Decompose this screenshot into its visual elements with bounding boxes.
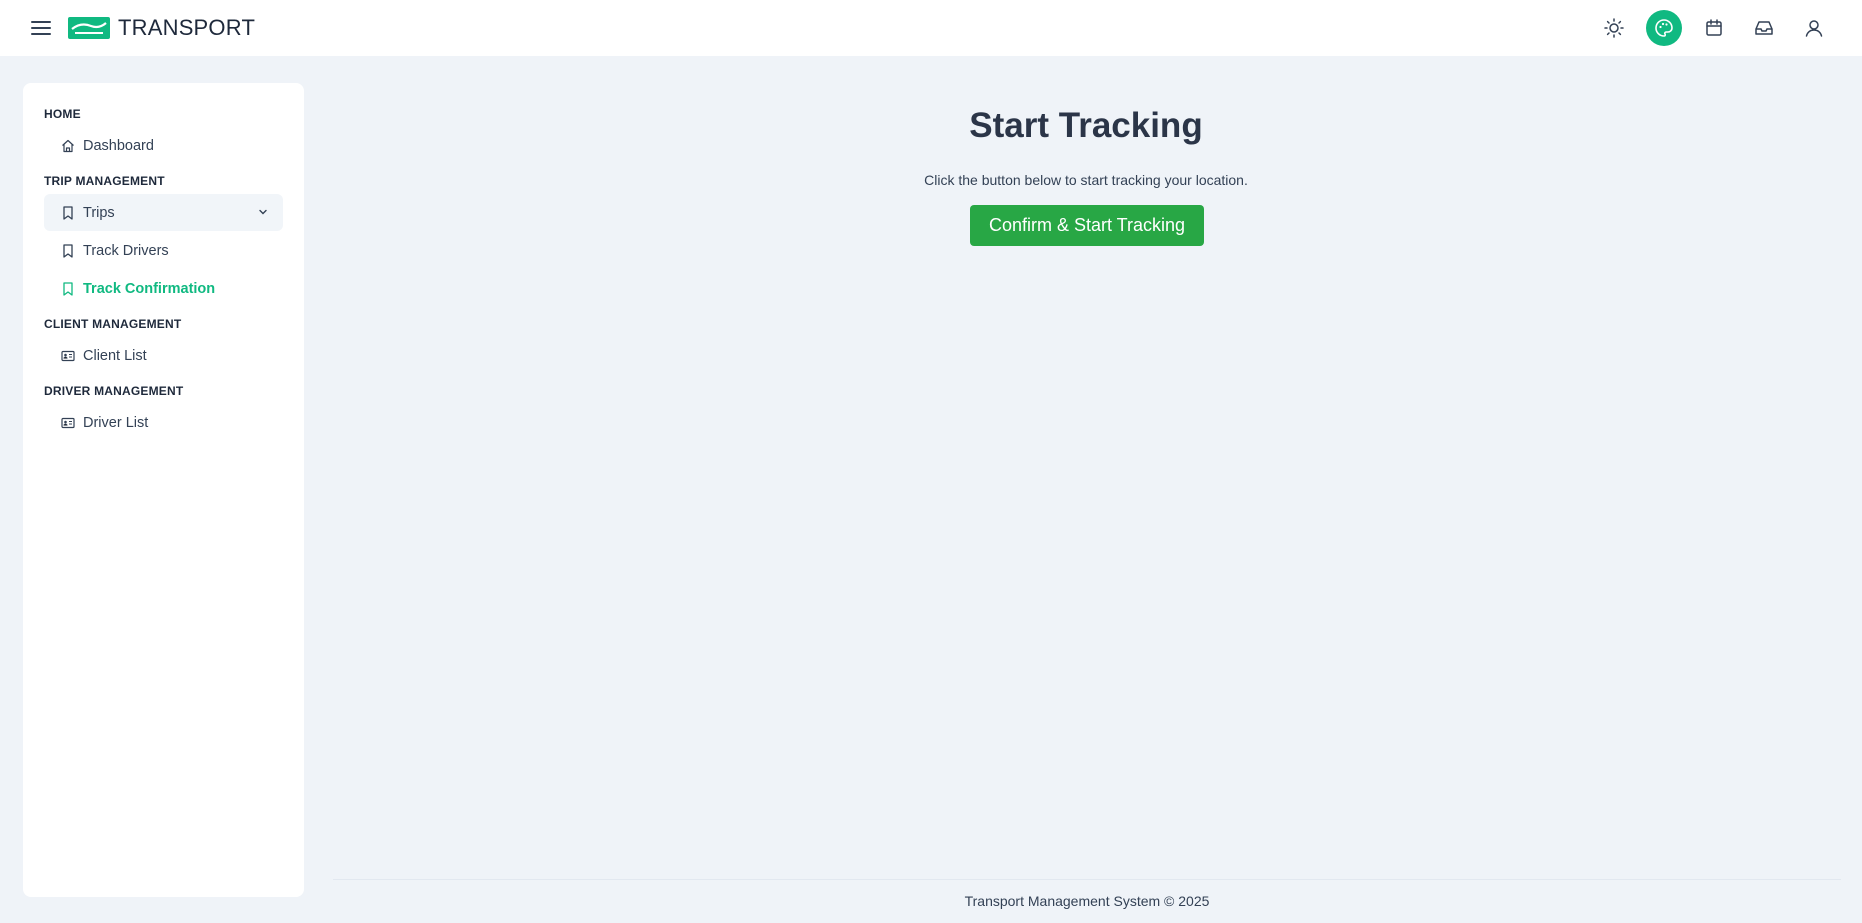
id-card-icon xyxy=(60,415,76,431)
sidebar-item-driver-list[interactable]: Driver List xyxy=(44,404,283,441)
footer-divider xyxy=(333,879,1841,880)
top-actions xyxy=(1596,10,1832,46)
sidebar-section-client-management: CLIENT MANAGEMENT xyxy=(44,317,182,331)
sidebar-item-track-drivers[interactable]: Track Drivers xyxy=(44,232,283,269)
page-description: Click the button below to start tracking… xyxy=(924,172,1248,188)
sidebar: HOME Dashboard TRIP MANAGEMENT Trips Tra… xyxy=(23,83,304,897)
bookmark-icon xyxy=(60,243,76,259)
sidebar-item-label: Track Confirmation xyxy=(83,280,216,297)
bookmark-icon xyxy=(60,205,76,221)
profile-button[interactable] xyxy=(1796,10,1832,46)
sidebar-section-trip-management: TRIP MANAGEMENT xyxy=(44,174,165,188)
logo-mark-icon xyxy=(68,17,110,39)
sidebar-item-label: Dashboard xyxy=(83,137,154,154)
bookmark-icon xyxy=(60,281,76,297)
home-icon xyxy=(60,138,76,154)
calendar-button[interactable] xyxy=(1696,10,1732,46)
palette-button[interactable] xyxy=(1646,10,1682,46)
sidebar-item-label: Trips xyxy=(83,204,115,221)
page-title: Start Tracking xyxy=(969,106,1203,145)
sidebar-item-label: Driver List xyxy=(83,414,149,431)
sidebar-item-client-list[interactable]: Client List xyxy=(44,337,283,374)
hamburger-icon xyxy=(31,21,51,35)
chevron-down-icon xyxy=(259,209,267,215)
inbox-button[interactable] xyxy=(1746,10,1782,46)
sidebar-item-label: Track Drivers xyxy=(83,242,169,259)
palette-icon xyxy=(1655,19,1673,37)
footer: Transport Management System © 2025 xyxy=(964,893,1210,909)
menu-toggle-button[interactable] xyxy=(28,15,54,41)
id-card-icon xyxy=(60,348,76,364)
inbox-icon xyxy=(1755,21,1773,35)
sidebar-item-dashboard[interactable]: Dashboard xyxy=(44,127,283,164)
calendar-icon xyxy=(1706,19,1722,36)
sidebar-section-driver-management: DRIVER MANAGEMENT xyxy=(44,384,184,398)
top-bar: TRANSPORT xyxy=(0,0,1862,56)
app-title: TRANSPORT xyxy=(118,15,256,40)
confirm-start-tracking-button[interactable]: Confirm & Start Tracking xyxy=(970,205,1204,246)
sidebar-item-label: Client List xyxy=(83,347,147,364)
sidebar-item-track-confirmation[interactable]: Track Confirmation xyxy=(44,270,283,307)
sidebar-section-home: HOME xyxy=(44,107,81,121)
sidebar-item-trips[interactable]: Trips xyxy=(44,194,283,231)
theme-toggle-button[interactable] xyxy=(1596,10,1632,46)
sun-icon xyxy=(1604,18,1624,38)
app-logo[interactable]: TRANSPORT xyxy=(68,15,255,41)
user-icon xyxy=(1805,20,1823,37)
